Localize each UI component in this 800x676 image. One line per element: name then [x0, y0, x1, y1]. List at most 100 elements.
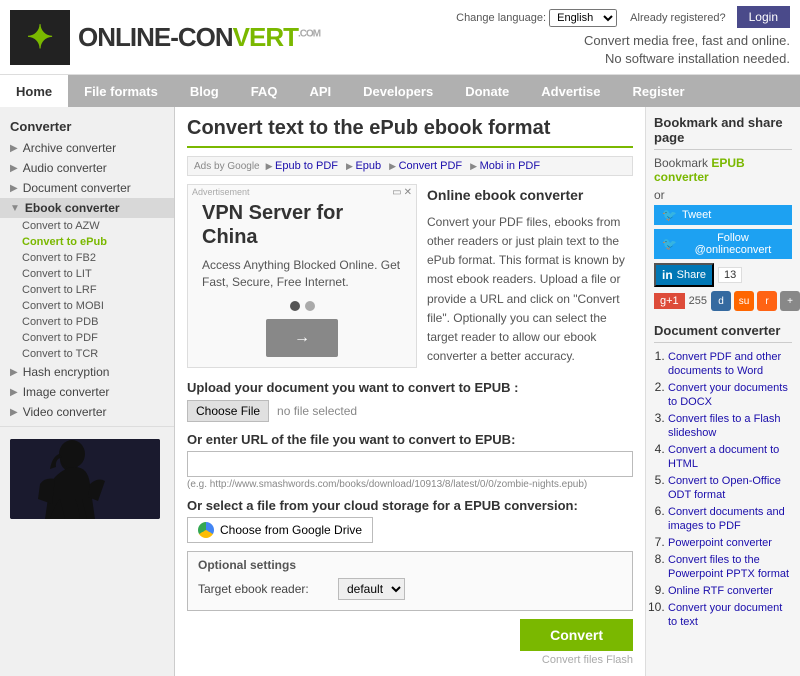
middle-row: Advertisement ▭ ✕ VPN Server for China A…	[187, 184, 633, 368]
sidebar-sub-pdb[interactable]: Convert to PDB	[0, 314, 174, 330]
follow-button[interactable]: 🐦 Follow @onlineconvert	[654, 229, 792, 259]
linkedin-icon: in	[662, 268, 673, 282]
sidebar-sub-mobi[interactable]: Convert to MOBI	[0, 298, 174, 314]
reddit-icon[interactable]: r	[757, 291, 777, 311]
ad-link-epub[interactable]: Epub	[346, 160, 381, 172]
sidebar-item-archive[interactable]: ▶ Archive converter	[0, 138, 174, 158]
arrow-icon: ▶	[10, 407, 18, 418]
tweet-button[interactable]: 🐦 Tweet	[654, 205, 792, 225]
nav-donate[interactable]: Donate	[449, 75, 525, 107]
ad-controls: ▭ ✕	[392, 187, 412, 198]
ad-link-mobi-pdf[interactable]: Mobi in PDF	[470, 160, 540, 172]
list-item: Convert a document to HTML	[668, 442, 792, 470]
arrow-down-icon: ▼	[10, 203, 20, 214]
doc-link-7[interactable]: Powerpoint converter	[668, 537, 772, 549]
twitter-icon: 🐦	[662, 208, 677, 222]
doc-link-2[interactable]: Convert your documents to DOCX	[668, 382, 788, 408]
logo-box: ✦	[10, 10, 70, 65]
ad-link-convert-pdf[interactable]: Convert PDF	[389, 160, 462, 172]
page-title: Convert text to the ePub ebook format	[187, 117, 633, 148]
bookmark-text: Bookmark EPUB converter	[654, 156, 792, 184]
convert-area: Convert Convert files Flash	[187, 619, 633, 666]
desc-text: Convert your PDF files, ebooks from othe…	[427, 213, 633, 367]
lang-label: Change language:	[456, 12, 546, 24]
ad-dot-2[interactable]	[305, 301, 315, 311]
sidebar-sub-epub[interactable]: Convert to ePub	[0, 234, 174, 250]
ad-heading: VPN Server for China	[202, 201, 402, 249]
sidebar-item-video[interactable]: ▶ Video converter	[0, 402, 174, 422]
sidebar-sub-fb2[interactable]: Convert to FB2	[0, 250, 174, 266]
nav-home[interactable]: Home	[0, 75, 68, 107]
description-box: Online ebook converter Convert your PDF …	[427, 184, 633, 368]
bookmark-title: Bookmark and share page	[654, 115, 792, 150]
cloud-label: Or select a file from your cloud storage…	[187, 498, 633, 513]
cloud-section: Or select a file from your cloud storage…	[187, 498, 633, 543]
sidebar-sub-tcr[interactable]: Convert to TCR	[0, 346, 174, 362]
list-item: Online RTF converter	[668, 583, 792, 597]
tagline-line1: Convert media free, fast and online.	[456, 32, 790, 50]
ad-advertisement-label: Advertisement	[192, 187, 250, 197]
doc-link-6[interactable]: Convert documents and images to PDF	[668, 506, 785, 532]
doc-link-3[interactable]: Convert files to a Flash slideshow	[668, 413, 781, 439]
sidebar-label-image: Image converter	[23, 385, 110, 399]
ad-dots	[202, 301, 402, 311]
sidebar-item-ebook[interactable]: ▼ Ebook converter	[0, 198, 174, 218]
gdrive-button[interactable]: Choose from Google Drive	[187, 517, 373, 543]
choose-file-button[interactable]: Choose File	[187, 400, 269, 422]
share-button[interactable]: in Share	[654, 263, 714, 287]
url-input[interactable]	[187, 451, 633, 477]
sidebar-item-image[interactable]: ▶ Image converter	[0, 382, 174, 402]
sidebar-left: Converter ▶ Archive converter ▶ Audio co…	[0, 107, 175, 676]
doc-link-4[interactable]: Convert a document to HTML	[668, 444, 779, 470]
logo-text: ONLINE-CONVERT.COM	[78, 21, 320, 53]
already-registered-text: Already registered?	[630, 12, 725, 24]
doc-link-1[interactable]: Convert PDF and other documents to Word	[668, 351, 781, 377]
share-count: 13	[718, 267, 742, 283]
nav-developers[interactable]: Developers	[347, 75, 449, 107]
lang-area: Change language: English German French A…	[456, 6, 790, 28]
gplus-button[interactable]: g+1	[654, 293, 685, 309]
sidebar-sub-lit[interactable]: Convert to LIT	[0, 266, 174, 282]
doc-link-9[interactable]: Online RTF converter	[668, 585, 773, 597]
sidebar-sub-lrf[interactable]: Convert to LRF	[0, 282, 174, 298]
nav-register[interactable]: Register	[617, 75, 701, 107]
ad-arrow-button[interactable]: →	[266, 319, 338, 357]
sidebar-item-document[interactable]: ▶ Document converter	[0, 178, 174, 198]
nav-file-formats[interactable]: File formats	[68, 75, 174, 107]
su-icon[interactable]: su	[734, 291, 754, 311]
ad-minimize-icon[interactable]: ▭	[392, 187, 401, 198]
sidebar-label-hash: Hash encryption	[23, 365, 110, 379]
doc-link-10[interactable]: Convert your document to text	[668, 602, 782, 628]
sidebar-label-audio: Audio converter	[23, 161, 107, 175]
doc-link-8[interactable]: Convert files to the Powerpoint PPTX for…	[668, 554, 789, 580]
logo-figure: ✦	[27, 18, 54, 56]
nav-blog[interactable]: Blog	[174, 75, 235, 107]
sidebar-item-audio[interactable]: ▶ Audio converter	[0, 158, 174, 178]
ad-close-icon[interactable]: ✕	[404, 187, 412, 198]
language-select[interactable]: English German French	[549, 9, 617, 27]
list-item: Convert to Open-Office ODT format	[668, 473, 792, 501]
nav-advertise[interactable]: Advertise	[525, 75, 616, 107]
sidebar-sub-pdf[interactable]: Convert to PDF	[0, 330, 174, 346]
file-input-row: Choose File no file selected	[187, 400, 633, 422]
extra-icon[interactable]: +	[780, 291, 800, 311]
digg-icon[interactable]: d	[711, 291, 731, 311]
arrow-icon: ▶	[10, 163, 18, 174]
ad-dot-1[interactable]	[290, 301, 300, 311]
nav-api[interactable]: API	[293, 75, 347, 107]
sidebar-sub-azw[interactable]: Convert to AZW	[0, 218, 174, 234]
sidebar-item-hash[interactable]: ▶ Hash encryption	[0, 362, 174, 382]
upload-section: Upload your document you want to convert…	[187, 380, 633, 422]
list-item: Convert files to a Flash slideshow	[668, 411, 792, 439]
login-button[interactable]: Login	[737, 6, 790, 28]
or-text: or	[654, 188, 792, 202]
nav-faq[interactable]: FAQ	[235, 75, 294, 107]
ad-link-epub-pdf[interactable]: Epub to PDF	[266, 160, 338, 172]
doc-converter-box: Document converter Convert PDF and other…	[654, 323, 792, 628]
doc-link-5[interactable]: Convert to Open-Office ODT format	[668, 475, 781, 501]
convert-button[interactable]: Convert	[520, 619, 633, 651]
target-reader-select[interactable]: default Kindle Nook Kobo	[338, 578, 405, 600]
gplus-count: 255	[689, 295, 707, 307]
sidebar-illustration	[10, 439, 160, 519]
doc-converter-list: Convert PDF and other documents to Word …	[654, 349, 792, 628]
